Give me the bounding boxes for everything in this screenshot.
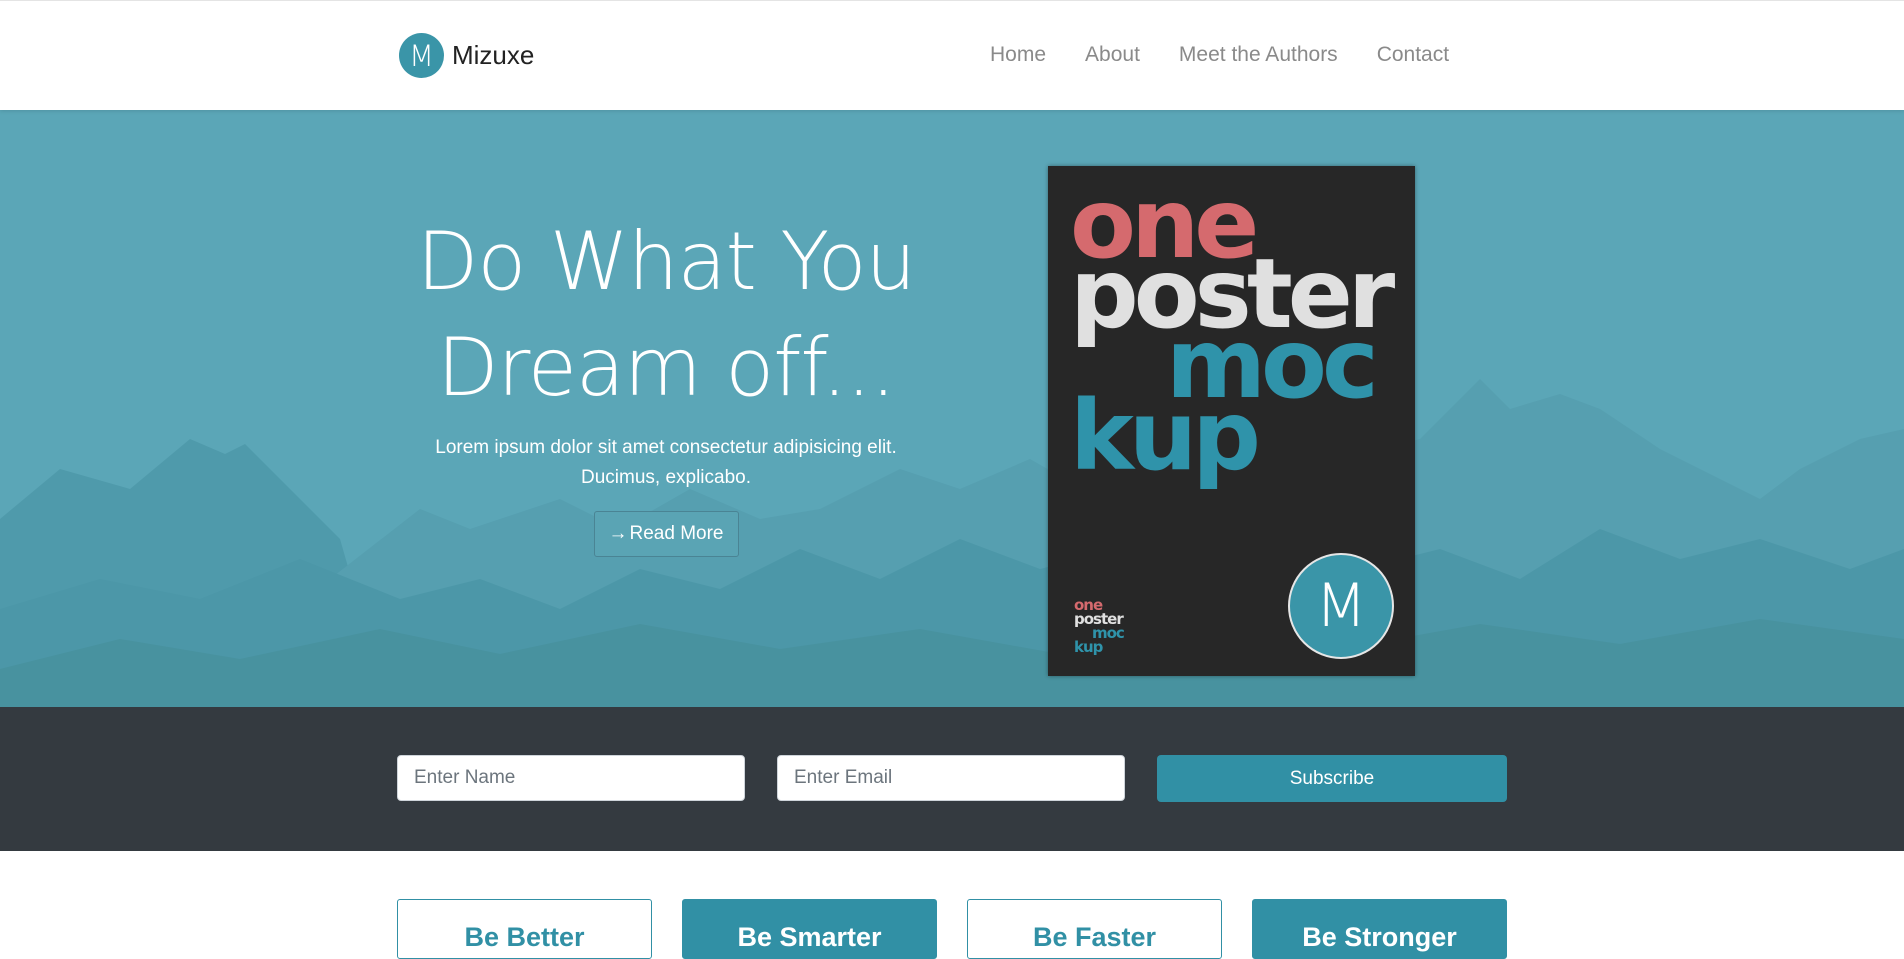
brand[interactable]: M Mizuxe bbox=[399, 33, 534, 78]
nav-link-home[interactable]: Home bbox=[990, 43, 1046, 67]
poster-image: one poster moc kup one poster moc kup M bbox=[1048, 166, 1415, 676]
subscribe-section: Subscribe bbox=[0, 707, 1904, 851]
features-section: Be Better Be Smarter Be Faster Be Strong… bbox=[0, 851, 1904, 959]
arrow-right-icon: → bbox=[608, 523, 628, 544]
nav-link-about[interactable]: About bbox=[1085, 43, 1140, 67]
navbar: M Mizuxe Home About Meet the Authors Con… bbox=[0, 0, 1904, 110]
hero-text: Do What You Dream off... Lorem ipsum dol… bbox=[366, 209, 966, 557]
read-more-button[interactable]: → Read More bbox=[593, 511, 739, 557]
nav-links: Home About Meet the Authors Contact bbox=[990, 43, 1488, 67]
hero-subtitle-line2: Ducimus, explicabo. bbox=[580, 467, 752, 488]
read-more-label: Read More bbox=[629, 523, 724, 544]
hero-subtitle-line1: Lorem ipsum dolor sit amet consectetur a… bbox=[435, 437, 897, 458]
brand-logo[interactable]: M bbox=[399, 33, 444, 78]
email-input[interactable] bbox=[777, 755, 1125, 801]
hero-title: Do What You Dream off... bbox=[366, 209, 966, 421]
feature-be-better[interactable]: Be Better bbox=[397, 899, 652, 959]
nav-link-authors[interactable]: Meet the Authors bbox=[1179, 43, 1338, 67]
poster-word-kup: kup bbox=[1070, 380, 1261, 492]
hero-title-line1: Do What You bbox=[416, 215, 916, 308]
feature-be-faster[interactable]: Be Faster bbox=[967, 899, 1222, 959]
poster-logo-badge: M bbox=[1288, 553, 1394, 659]
hero-title-line2: Dream off... bbox=[436, 321, 896, 414]
hero-subtitle: Lorem ipsum dolor sit amet consectetur a… bbox=[366, 433, 966, 493]
subscribe-button[interactable]: Subscribe bbox=[1157, 755, 1507, 802]
brand-name[interactable]: Mizuxe bbox=[452, 40, 534, 71]
feature-be-stronger[interactable]: Be Stronger bbox=[1252, 899, 1507, 959]
feature-be-smarter[interactable]: Be Smarter bbox=[682, 899, 937, 959]
name-input[interactable] bbox=[397, 755, 745, 801]
hero-section: Do What You Dream off... Lorem ipsum dol… bbox=[0, 109, 1904, 707]
nav-link-contact[interactable]: Contact bbox=[1377, 43, 1449, 67]
poster-small-kup: kup bbox=[1074, 638, 1103, 656]
